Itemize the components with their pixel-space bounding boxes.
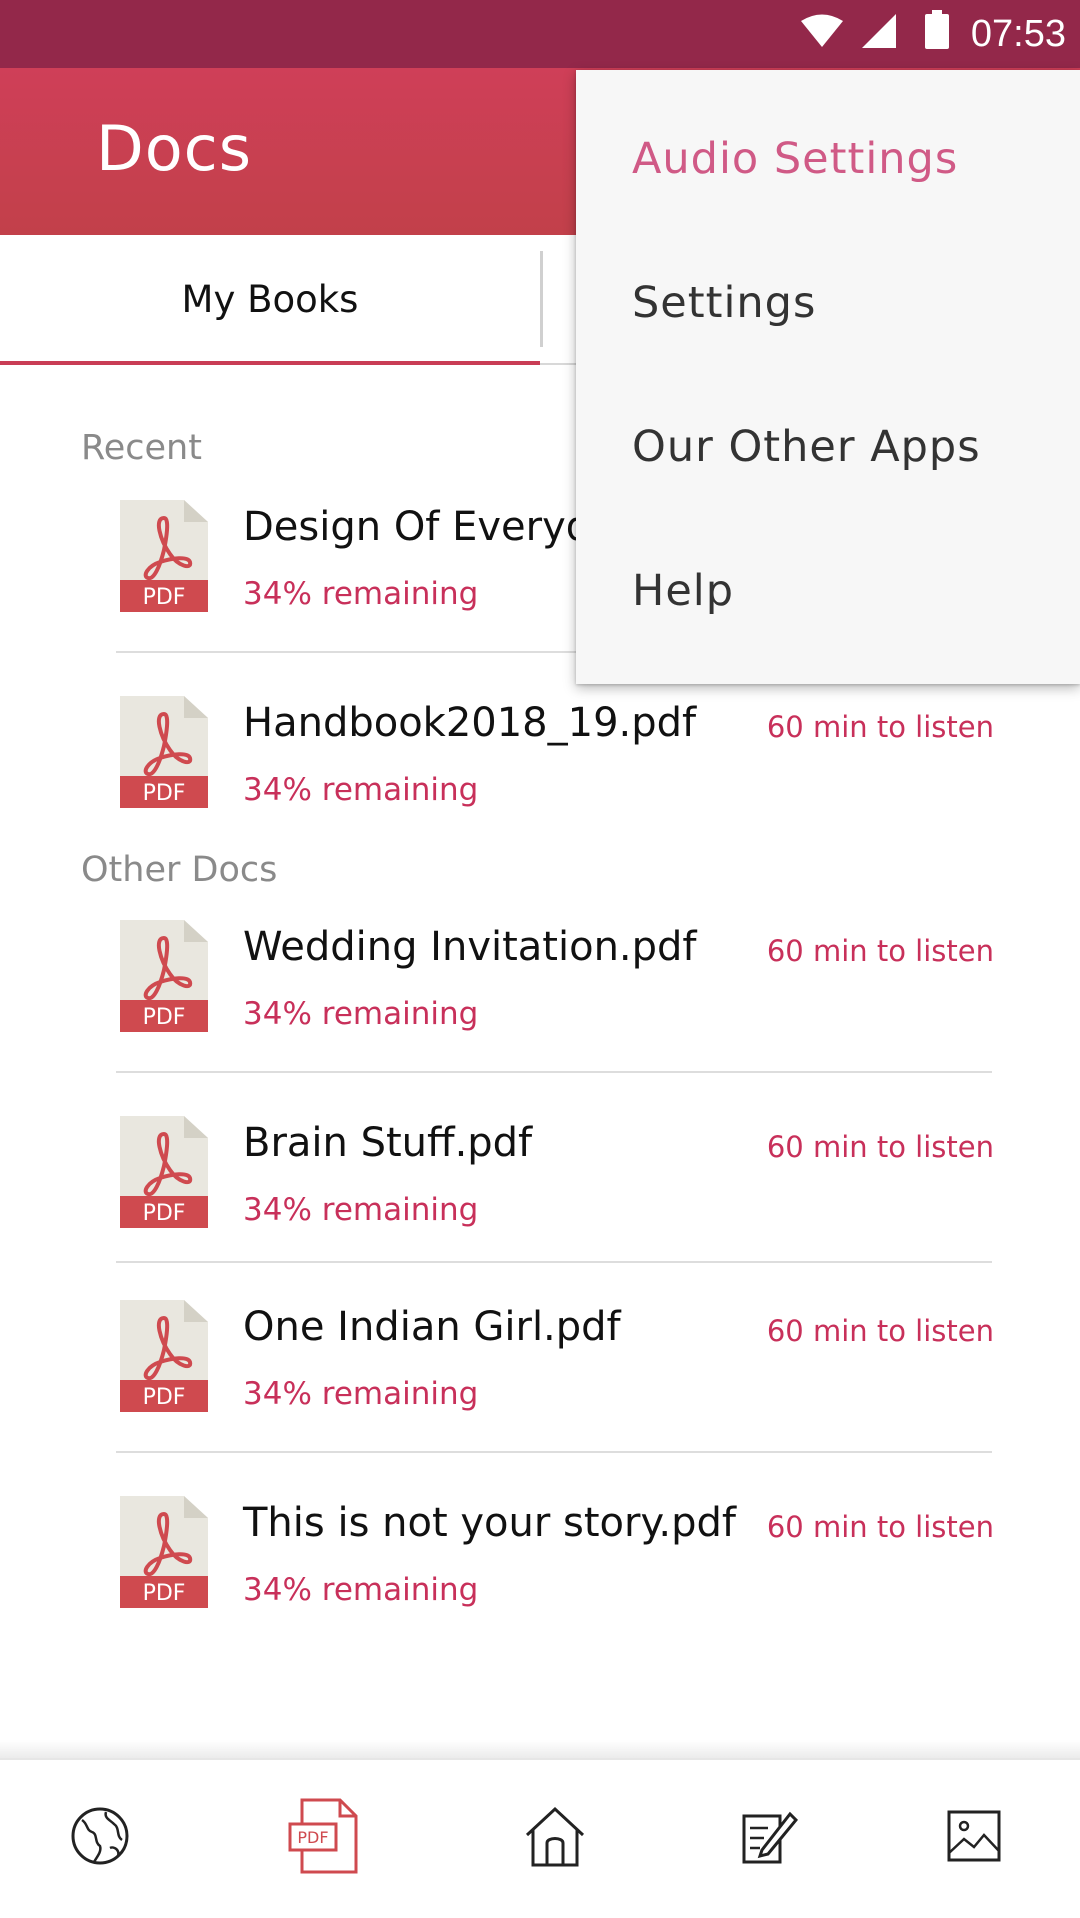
- doc-title: This is not your story.pdf: [243, 1500, 736, 1546]
- bottom-nav: PDF: [0, 1758, 1080, 1918]
- nav-globe-button[interactable]: [60, 1798, 140, 1878]
- pdf-file-icon: PDF: [288, 1798, 360, 1879]
- doc-row[interactable]: PDF This is not your story.pdf 34% remai…: [0, 1496, 1080, 1646]
- pdf-icon-label: PDF: [143, 781, 186, 806]
- doc-progress: 34% remaining: [243, 1192, 479, 1228]
- pdf-file-icon: PDF: [120, 500, 208, 612]
- doc-row[interactable]: PDF Wedding Invitation.pdf 34% remaining…: [0, 920, 1080, 1070]
- pdf-file-icon: PDF: [120, 696, 208, 808]
- menu-item-audio-settings[interactable]: Audio Settings: [632, 134, 958, 184]
- status-time: 07:53: [970, 13, 1066, 55]
- page-title: Docs: [96, 112, 253, 185]
- home-icon: [523, 1805, 587, 1872]
- pdf-icon-label: PDF: [143, 1005, 186, 1030]
- pdf-icon-label: PDF: [143, 1201, 186, 1226]
- doc-title: Handbook2018_19.pdf: [243, 700, 697, 746]
- pdf-file-icon: PDF: [120, 1116, 208, 1228]
- screen: 07:53 Docs My Books Recent PDF Design Of…: [0, 0, 1080, 1918]
- doc-progress: 34% remaining: [243, 772, 479, 808]
- doc-title: Brain Stuff.pdf: [243, 1120, 533, 1166]
- menu-item-help[interactable]: Help: [632, 566, 734, 616]
- menu-item-settings[interactable]: Settings: [632, 278, 816, 328]
- doc-progress: 34% remaining: [243, 996, 479, 1032]
- pdf-icon-label: PDF: [143, 1385, 186, 1410]
- doc-row[interactable]: PDF Brain Stuff.pdf 34% remaining 60 min…: [0, 1116, 1080, 1266]
- pdf-icon-label: PDF: [143, 585, 186, 610]
- doc-listen-time: 60 min to listen: [766, 710, 994, 744]
- nav-edit-button[interactable]: [728, 1798, 808, 1878]
- cell-signal-icon: [860, 14, 898, 55]
- battery-icon: [924, 10, 950, 55]
- row-divider: [116, 1071, 992, 1073]
- wifi-icon: [800, 14, 844, 53]
- nav-pdf-label: PDF: [297, 1828, 328, 1847]
- nav-home-button[interactable]: [515, 1798, 595, 1878]
- status-bar: 07:53: [0, 0, 1080, 68]
- doc-progress: 34% remaining: [243, 1572, 479, 1608]
- doc-row[interactable]: PDF Handbook2018_19.pdf 34% remaining 60…: [0, 696, 1080, 846]
- doc-progress: 34% remaining: [243, 576, 479, 612]
- globe-icon: [70, 1806, 130, 1871]
- pdf-file-icon: PDF: [120, 1496, 208, 1608]
- row-divider: [116, 1451, 992, 1453]
- doc-row[interactable]: PDF One Indian Girl.pdf 34% remaining 60…: [0, 1300, 1080, 1450]
- section-label-recent: Recent: [81, 428, 202, 468]
- doc-listen-time: 60 min to listen: [766, 1130, 994, 1164]
- menu-item-our-other-apps[interactable]: Our Other Apps: [632, 422, 981, 472]
- nav-image-button[interactable]: [934, 1798, 1014, 1878]
- doc-listen-time: 60 min to listen: [766, 934, 994, 968]
- bottom-nav-shadow: [0, 1740, 1080, 1758]
- nav-pdf-button[interactable]: PDF: [284, 1798, 364, 1878]
- overflow-menu: Audio Settings Settings Our Other Apps H…: [576, 70, 1080, 684]
- pdf-file-icon: PDF: [120, 920, 208, 1032]
- doc-listen-time: 60 min to listen: [766, 1510, 994, 1544]
- row-divider: [116, 1261, 992, 1263]
- doc-title: Wedding Invitation.pdf: [243, 924, 697, 970]
- doc-listen-time: 60 min to listen: [766, 1314, 994, 1348]
- tab-label: My Books: [181, 277, 359, 321]
- image-icon: [946, 1809, 1002, 1868]
- pdf-file-icon: PDF: [120, 1300, 208, 1412]
- pdf-icon-label: PDF: [143, 1581, 186, 1606]
- doc-title: One Indian Girl.pdf: [243, 1304, 621, 1350]
- tab-indicator: [0, 361, 540, 365]
- tab-my-books[interactable]: My Books: [0, 235, 540, 363]
- doc-progress: 34% remaining: [243, 1376, 479, 1412]
- edit-note-icon: [738, 1806, 799, 1871]
- section-label-other-docs: Other Docs: [81, 850, 278, 890]
